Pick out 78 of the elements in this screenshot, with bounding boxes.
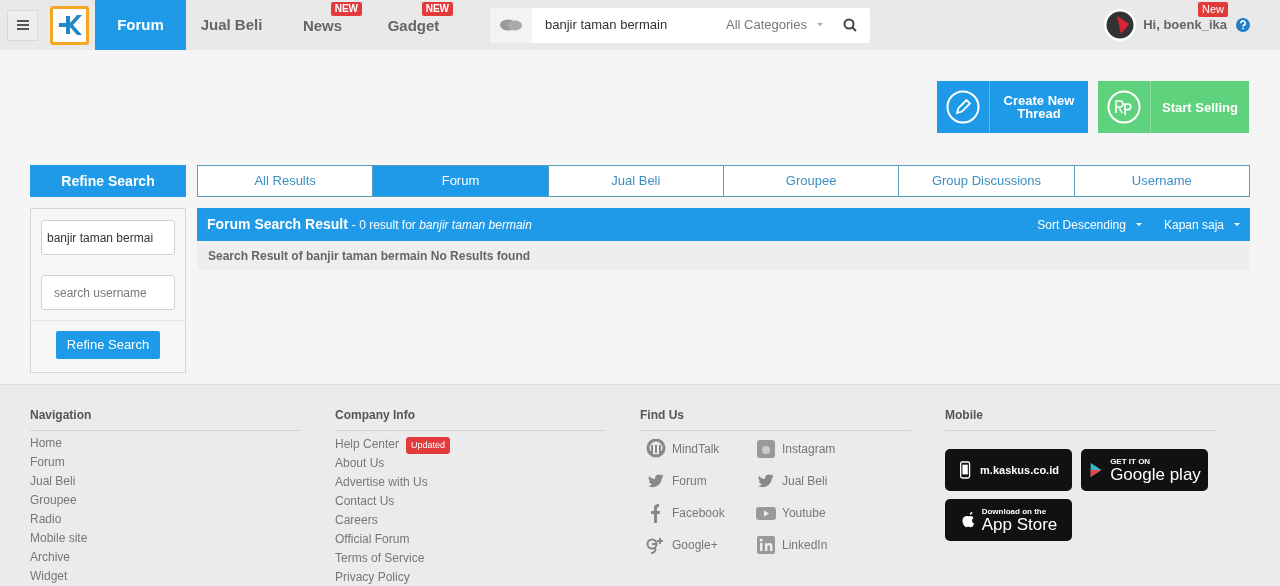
- k-logo-icon: [56, 13, 83, 37]
- in-logo-icon: [756, 535, 776, 555]
- cloud-icon: [500, 19, 522, 31]
- sort-dropdown[interactable]: Sort Descending: [1037, 215, 1142, 234]
- refine-search-button[interactable]: Refine Search: [55, 331, 161, 359]
- chat-toggle[interactable]: [490, 7, 532, 43]
- camera-icon: [756, 439, 776, 459]
- social-link[interactable]: LinkedIn: [756, 534, 828, 556]
- footer-link[interactable]: Privacy Policy: [335, 567, 410, 586]
- new-badge: New: [1198, 2, 1228, 17]
- footer-link[interactable]: Groupee: [30, 491, 77, 510]
- nav-tab[interactable]: Gadget: [385, 17, 442, 35]
- logo[interactable]: [50, 5, 89, 45]
- result-tab[interactable]: Group Discussions: [898, 166, 1074, 196]
- result-tab[interactable]: Groupee: [723, 166, 899, 196]
- footer-link[interactable]: Radio: [30, 510, 62, 529]
- store-badge[interactable]: GET IT ON Google play: [1081, 449, 1208, 491]
- nav-tab[interactable]: Forum: [95, 0, 186, 50]
- caret-icon: [816, 23, 823, 27]
- store-badge[interactable]: Download on the App Store: [945, 499, 1072, 541]
- footer-link[interactable]: About Us: [335, 453, 385, 472]
- social-link[interactable]: Jual Beli: [756, 470, 828, 492]
- category-dropdown[interactable]: All Categories: [726, 15, 823, 35]
- result-message: Search Result of banjir taman bermain No Results found: [197, 241, 1250, 270]
- footer-link[interactable]: Archive: [30, 548, 70, 567]
- nav-tab[interactable]: News: [300, 17, 345, 35]
- footer-link[interactable]: Help Center: [335, 434, 400, 453]
- menu-button[interactable]: [7, 9, 38, 41]
- new-badge: NEW: [330, 2, 362, 16]
- footer-link[interactable]: Widget: [30, 567, 68, 586]
- rupiah-icon: [1107, 90, 1141, 124]
- footer-link[interactable]: Mobile site: [30, 529, 88, 548]
- panel-title: Refine Search: [30, 165, 186, 197]
- result-tab[interactable]: Forum: [372, 166, 548, 196]
- search-icon: [842, 18, 857, 32]
- search-field[interactable]: banjir taman bermain All Categories: [490, 7, 870, 43]
- footer-heading: Find Us: [640, 406, 911, 431]
- updated-badge: Updated: [406, 436, 451, 454]
- footer-link[interactable]: Official Forum: [335, 529, 410, 548]
- social-link[interactable]: Forum: [646, 470, 707, 492]
- social-link[interactable]: Youtube: [756, 502, 826, 524]
- result-tab[interactable]: Jual Beli: [547, 166, 723, 196]
- footer-heading: Navigation: [30, 406, 301, 431]
- user-greeting[interactable]: Hi, boenk_ika: [1143, 15, 1227, 35]
- footer-link[interactable]: Terms of Service: [335, 548, 425, 567]
- result-title: Forum Search Result: [207, 215, 348, 234]
- result-summary: - 0 result for banjir taman bermain: [351, 216, 532, 234]
- footer-link[interactable]: Advertise with Us: [335, 472, 428, 491]
- avatar-icon: [1103, 8, 1138, 42]
- social-link[interactable]: MindTalk: [646, 438, 720, 460]
- caret-icon: [1135, 222, 1142, 227]
- footer-link[interactable]: Careers: [335, 510, 378, 529]
- caret-icon: [1234, 222, 1240, 227]
- footer-link[interactable]: Contact Us: [335, 491, 395, 510]
- social-link[interactable]: Instagram: [756, 438, 836, 460]
- social-link[interactable]: Facebook: [646, 502, 725, 524]
- footer-link[interactable]: Home: [30, 434, 62, 453]
- menu-icon: [16, 20, 29, 30]
- pencil-icon: [946, 90, 980, 124]
- social-link[interactable]: Google+: [646, 534, 718, 556]
- nav-tab[interactable]: Jual Beli: [186, 0, 277, 50]
- sort-dropdown[interactable]: Kapan saja: [1163, 215, 1240, 234]
- action-button[interactable]: Create New Thread: [937, 81, 1088, 133]
- username-field[interactable]: search username: [41, 275, 175, 310]
- result-tab[interactable]: All Results: [198, 166, 373, 196]
- search-button[interactable]: [842, 18, 857, 32]
- search-input[interactable]: banjir taman bermain: [545, 15, 715, 35]
- help-button[interactable]: [1236, 18, 1250, 32]
- g-plus-icon: [646, 535, 666, 555]
- footer-heading: Mobile: [945, 406, 1216, 431]
- result-tab[interactable]: Username: [1073, 166, 1249, 196]
- footer-link[interactable]: Forum: [30, 453, 65, 472]
- new-badge: NEW: [421, 2, 453, 16]
- footer-heading: Company Info: [335, 406, 606, 431]
- help-icon: [1236, 18, 1250, 32]
- footer-link[interactable]: Jual Beli: [30, 472, 76, 491]
- store-badge[interactable]: m.kaskus.co.id: [945, 449, 1072, 491]
- keyword-field[interactable]: banjir taman bermai: [41, 220, 175, 255]
